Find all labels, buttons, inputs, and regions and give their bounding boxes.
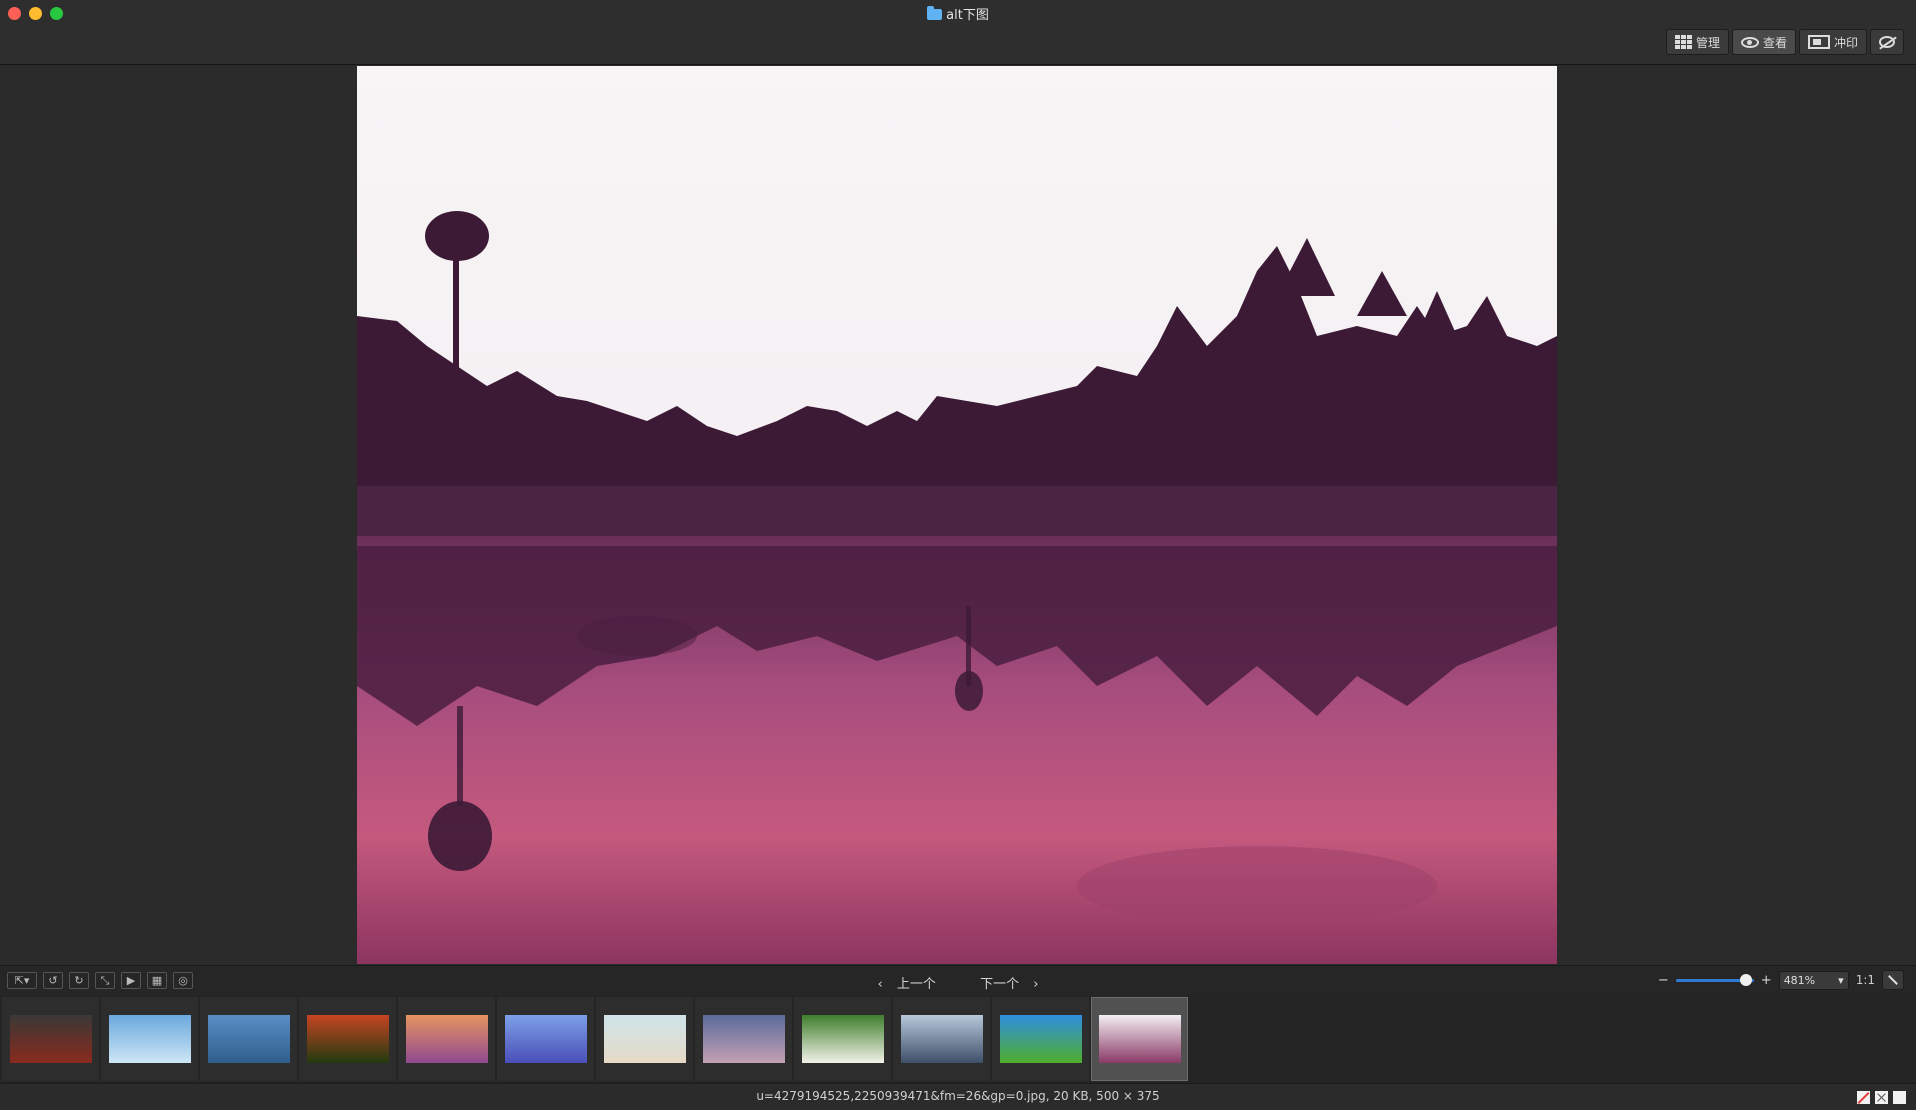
window-title-text: alt下图 bbox=[946, 8, 989, 23]
filmstrip-thumb-beach[interactable] bbox=[596, 997, 693, 1081]
filmstrip-thumb-mountains-purple[interactable] bbox=[497, 997, 594, 1081]
mode-print-button[interactable]: 冲印 bbox=[1798, 29, 1867, 55]
zoom-out-button[interactable]: − bbox=[1658, 973, 1669, 988]
filmstrip-thumb-sunset-field[interactable] bbox=[299, 997, 396, 1081]
mode-view-label: 查看 bbox=[1762, 35, 1787, 50]
filmstrip-thumb-green-field[interactable] bbox=[992, 997, 1089, 1081]
next-label: 下一个 bbox=[980, 977, 1020, 992]
status-bar: u=4279194525,2250939471&fm=26&gp=0.jpg, … bbox=[0, 1083, 1916, 1110]
zoom-in-button[interactable]: + bbox=[1761, 973, 1772, 988]
thumb-image bbox=[405, 1015, 488, 1063]
eye-icon bbox=[1740, 36, 1759, 48]
mode-manage-label: 管理 bbox=[1695, 35, 1720, 50]
hide-icon bbox=[1879, 36, 1895, 48]
zoom-slider-knob[interactable] bbox=[1739, 974, 1752, 986]
thumb-image bbox=[504, 1015, 587, 1063]
hide-panels-button[interactable] bbox=[1870, 29, 1904, 55]
thumb-image bbox=[900, 1015, 983, 1063]
thumb-image bbox=[306, 1015, 389, 1063]
mode-view-button[interactable]: 查看 bbox=[1731, 29, 1796, 55]
filmstrip-thumb-temple-reflection[interactable] bbox=[1091, 997, 1188, 1081]
print-icon bbox=[1807, 35, 1830, 49]
navigation: ‹ 上一个 下一个 › bbox=[0, 973, 1916, 992]
mode-switcher: 管理 查看 冲印 bbox=[1665, 29, 1904, 55]
mode-manage-button[interactable]: 管理 bbox=[1665, 29, 1729, 55]
filmstrip-thumb-lake-dusk[interactable] bbox=[695, 997, 792, 1081]
thumb-image bbox=[108, 1015, 191, 1063]
filmstrip-thumb-car[interactable] bbox=[2, 997, 99, 1081]
status-icons bbox=[1857, 1091, 1906, 1104]
white-bg-icon[interactable] bbox=[1893, 1091, 1906, 1104]
no-color-icon[interactable] bbox=[1857, 1091, 1870, 1104]
thumb-image bbox=[702, 1015, 785, 1063]
filmstrip-thumb-dandelion[interactable] bbox=[101, 997, 198, 1081]
fit-screen-button[interactable] bbox=[1882, 970, 1904, 990]
transparent-bg-icon[interactable] bbox=[1875, 1091, 1888, 1104]
zoom-controls: − + 481% ▾ 1:1 bbox=[1658, 970, 1904, 990]
zoom-slider[interactable] bbox=[1675, 974, 1754, 986]
prev-label: 上一个 bbox=[896, 977, 936, 992]
viewer-toolbar: ⇱▾ ↺ ↻ ⤡ ▶ ▦ ◎ ‹ 上一个 下一个 › − + 481% ▾ 1:… bbox=[0, 965, 1916, 996]
thumb-image bbox=[207, 1015, 290, 1063]
grid-icon bbox=[1674, 35, 1692, 49]
chevron-down-icon: ▾ bbox=[1838, 973, 1844, 987]
thumb-image bbox=[603, 1015, 686, 1063]
zoom-value: 481% bbox=[1783, 973, 1816, 987]
main-photo[interactable] bbox=[357, 66, 1557, 964]
thumb-image bbox=[9, 1015, 92, 1063]
filmstrip-thumb-flowers-sky[interactable] bbox=[398, 997, 495, 1081]
title-bar: alt下图 管理 查看 冲印 bbox=[0, 0, 1916, 65]
thumb-image bbox=[1098, 1015, 1181, 1063]
filmstrip-thumb-windsurf[interactable] bbox=[893, 997, 990, 1081]
image-viewer bbox=[0, 65, 1916, 965]
window-title: alt下图 bbox=[0, 4, 1916, 23]
prev-button[interactable]: ‹ 上一个 bbox=[878, 977, 946, 992]
mode-print-label: 冲印 bbox=[1833, 35, 1858, 50]
thumb-image bbox=[801, 1015, 884, 1063]
photo-image bbox=[357, 66, 1557, 964]
next-button[interactable]: 下一个 › bbox=[970, 977, 1038, 992]
filmstrip bbox=[0, 996, 1916, 1083]
filmstrip-thumb-daisies[interactable] bbox=[794, 997, 891, 1081]
zoom-select[interactable]: 481% ▾ bbox=[1778, 970, 1849, 990]
thumb-image bbox=[999, 1015, 1082, 1063]
file-info: u=4279194525,2250939471&fm=26&gp=0.jpg, … bbox=[756, 1089, 1160, 1103]
folder-icon bbox=[927, 6, 943, 20]
actual-size-button[interactable]: 1:1 bbox=[1856, 973, 1875, 987]
filmstrip-thumb-lake[interactable] bbox=[200, 997, 297, 1081]
